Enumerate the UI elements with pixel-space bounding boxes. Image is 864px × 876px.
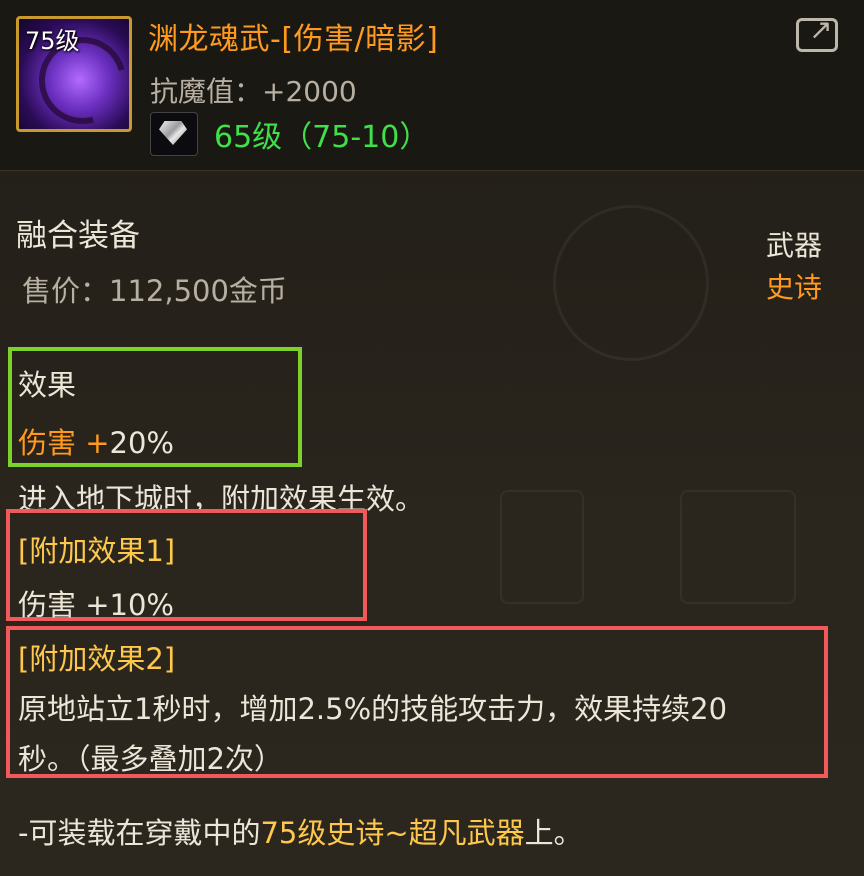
item-slot-label: 武器 xyxy=(766,229,823,262)
share-icon[interactable] xyxy=(796,13,838,52)
background-decoration xyxy=(500,490,584,604)
effect-label: 伤害 + xyxy=(18,426,110,460)
item-level-tag: 75级 xyxy=(25,27,80,55)
item-resist-stat: 抗魔值：+2000 xyxy=(150,75,357,108)
weapon-item-icon[interactable]: 75级 xyxy=(16,16,132,132)
extra-effect-2-description-line2: 秒。（最多叠加2次） xyxy=(18,742,283,776)
item-title: 渊龙魂武-[伤害/暗影] xyxy=(148,22,439,57)
gem-level-text: 65级（75-10） xyxy=(214,120,430,155)
equip-note-suffix: 上。 xyxy=(524,816,583,850)
background-decoration xyxy=(553,205,709,361)
extra-effect-2-title: [附加效果2] xyxy=(18,642,176,676)
extra-effect-1-title: [附加效果1] xyxy=(18,534,176,568)
equip-note-highlight: 75级史诗~超凡武器 xyxy=(260,816,525,850)
item-price: 售价：112,500金币 xyxy=(22,274,287,308)
item-type-label: 融合装备 xyxy=(16,218,140,254)
gem-icon xyxy=(150,112,198,156)
effect-title: 效果 xyxy=(18,368,77,402)
background-decoration xyxy=(680,490,796,604)
extra-effect-2-description-line1: 原地站立1秒时，增加2.5%的技能攻击力，效果持续20 xyxy=(18,692,728,726)
extra-effect-1-value: 伤害 +10% xyxy=(18,588,174,622)
item-tooltip: 75级 渊龙魂武-[伤害/暗影] 抗魔值：+2000 65级（75-10） 融合… xyxy=(0,0,864,876)
equip-requirement-note: -可装载在穿戴中的75级史诗~超凡武器上。 xyxy=(18,810,583,852)
item-rarity-label: 史诗 xyxy=(766,271,823,304)
effect-value: 伤害 +20% xyxy=(18,420,174,462)
effect-number: 20% xyxy=(109,426,174,460)
equip-note-prefix: -可装载在穿戴中的 xyxy=(18,816,261,850)
tooltip-header: 75级 渊龙魂武-[伤害/暗影] 抗魔值：+2000 65级（75-10） xyxy=(0,0,864,171)
